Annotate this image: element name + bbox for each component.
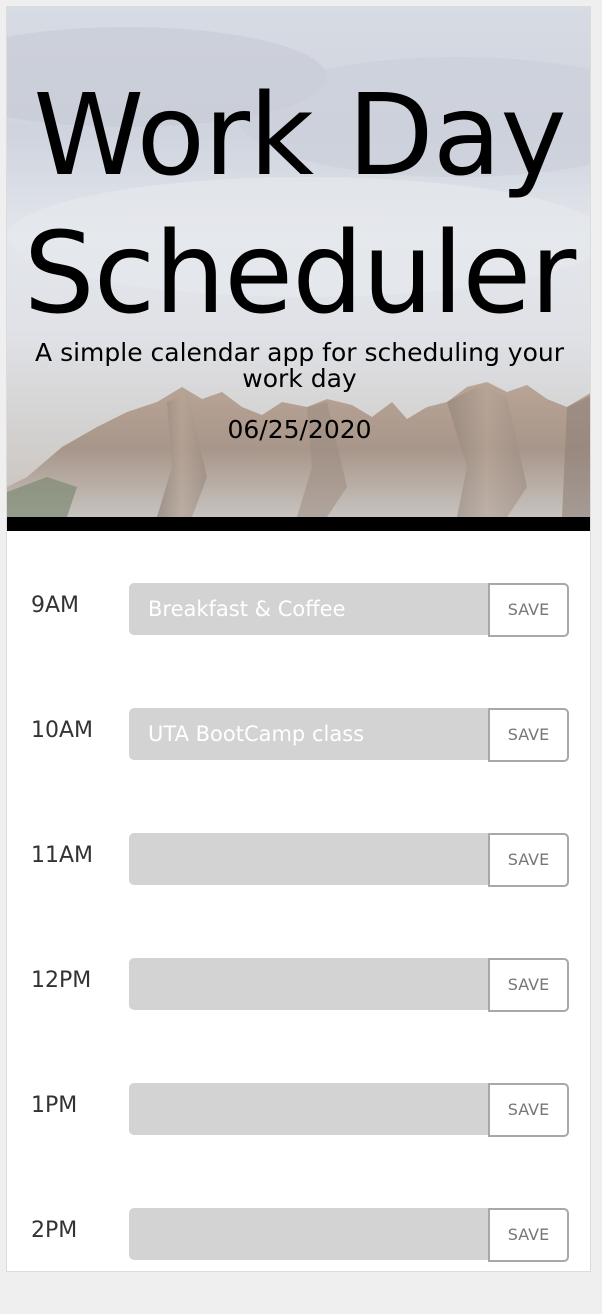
- page: Work Day Scheduler A simple calendar app…: [6, 6, 591, 1272]
- current-date: 06/25/2020: [227, 415, 372, 444]
- time-block-row: 11AM SAVE: [7, 833, 590, 899]
- event-textarea[interactable]: [129, 1083, 489, 1135]
- hour-label: 12PM: [31, 968, 92, 993]
- page-subtitle: A simple calendar app for scheduling you…: [35, 338, 564, 393]
- time-block-row: 9AM Breakfast & Coffee SAVE: [7, 583, 590, 649]
- time-block-row: 10AM UTA BootCamp class SAVE: [7, 708, 590, 774]
- save-button[interactable]: SAVE: [488, 833, 569, 887]
- hour-label: 9AM: [31, 593, 80, 618]
- save-button[interactable]: SAVE: [488, 958, 569, 1012]
- page-title: Work Day Scheduler: [23, 71, 577, 339]
- save-button[interactable]: SAVE: [488, 708, 569, 762]
- save-button[interactable]: SAVE: [488, 1083, 569, 1137]
- time-block-row: 12PM SAVE: [7, 958, 590, 1024]
- time-block-row: 1PM SAVE: [7, 1083, 590, 1149]
- event-textarea[interactable]: UTA BootCamp class: [129, 708, 489, 760]
- save-button[interactable]: SAVE: [488, 1208, 569, 1262]
- event-textarea[interactable]: [129, 958, 489, 1010]
- hour-label: 11AM: [31, 843, 94, 868]
- hour-label: 2PM: [31, 1218, 78, 1243]
- event-textarea[interactable]: Breakfast & Coffee: [129, 583, 489, 635]
- event-textarea[interactable]: [129, 833, 489, 885]
- event-textarea[interactable]: [129, 1208, 489, 1260]
- save-button[interactable]: SAVE: [488, 583, 569, 637]
- hour-label: 10AM: [31, 718, 94, 743]
- time-block-row: 2PM SAVE: [7, 1208, 590, 1271]
- header-jumbotron: Work Day Scheduler A simple calendar app…: [7, 7, 590, 517]
- header-divider-bar: [7, 517, 590, 531]
- hour-label: 1PM: [31, 1093, 78, 1118]
